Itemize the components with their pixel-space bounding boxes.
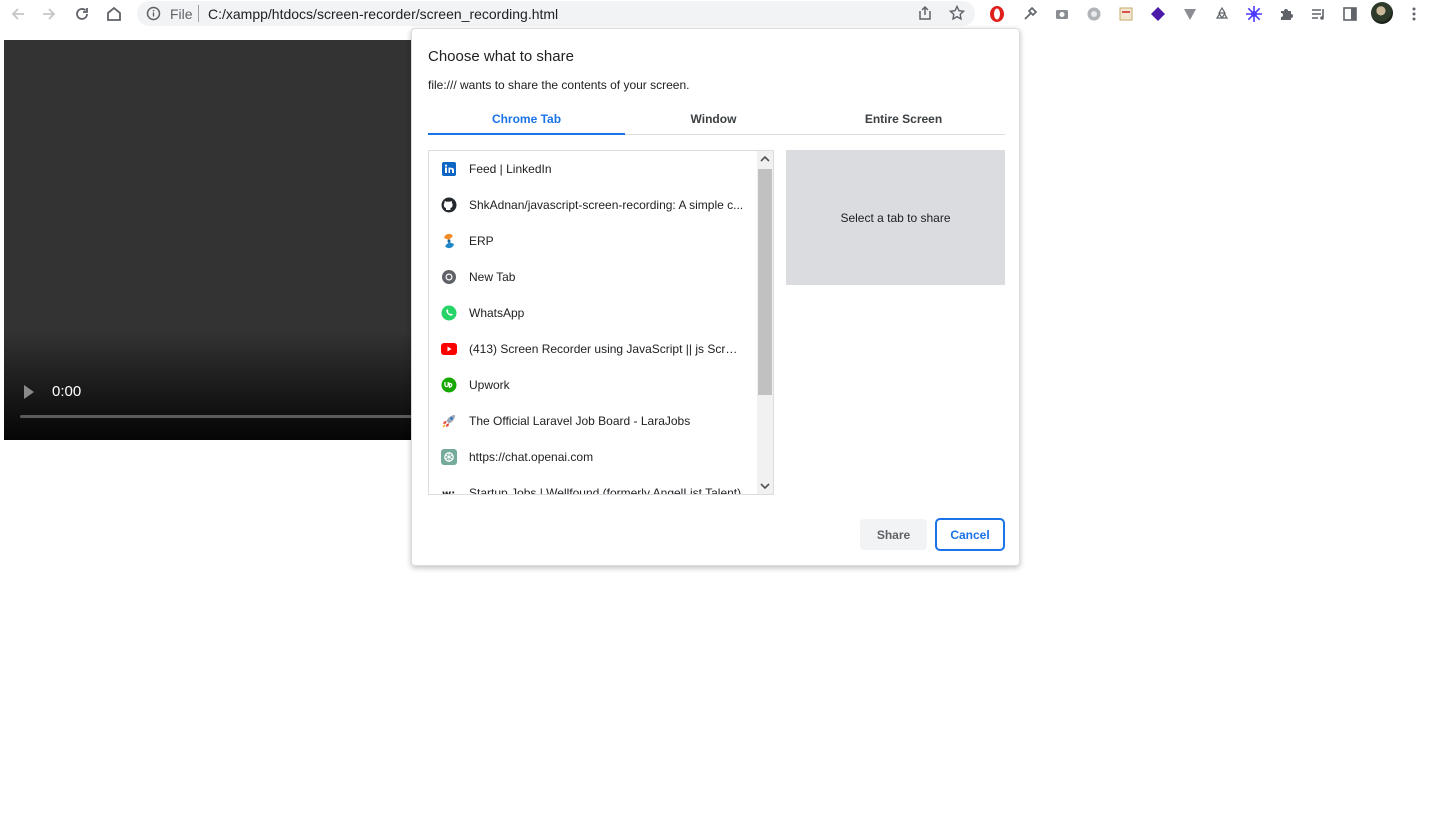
media-control-icon[interactable]: [1308, 4, 1328, 24]
list-item-label: Feed | LinkedIn: [469, 162, 552, 176]
share-page-icon[interactable]: [917, 5, 933, 26]
scroll-up-button[interactable]: [757, 151, 773, 167]
wellfound-icon: w:: [441, 485, 457, 495]
scroll-down-button[interactable]: [757, 478, 773, 494]
tab-window[interactable]: Window: [625, 107, 802, 135]
rocket-icon: [441, 413, 457, 429]
share-source-tabs: Chrome Tab Window Entire Screen: [428, 107, 1005, 135]
home-button[interactable]: [103, 3, 125, 25]
list-item[interactable]: ShkAdnan/javascript-screen-recording: A …: [429, 187, 757, 223]
ext-circle-icon[interactable]: [1084, 4, 1104, 24]
openai-icon: [441, 449, 457, 465]
chevron-down-icon: [760, 483, 770, 490]
tab-list[interactable]: Feed | LinkedIn ShkAdnan/javascript-scre…: [428, 150, 774, 495]
github-icon: [441, 197, 457, 213]
list-item-label: The Official Laravel Job Board - LaraJob…: [469, 414, 691, 428]
back-button[interactable]: [7, 3, 29, 25]
list-item[interactable]: The Official Laravel Job Board - LaraJob…: [429, 403, 757, 439]
tab-list-scrollbar[interactable]: [757, 151, 773, 494]
home-icon: [107, 6, 121, 21]
profile-avatar[interactable]: [1371, 2, 1393, 24]
ext-snowflake-icon[interactable]: [1244, 4, 1264, 24]
video-scrubber[interactable]: [20, 415, 434, 418]
scroll-thumb[interactable]: [758, 169, 772, 395]
forward-button[interactable]: [38, 3, 60, 25]
video-time: 0:00: [52, 383, 82, 400]
list-item-label: https://chat.openai.com: [469, 450, 594, 464]
list-item-label: (413) Screen Recorder using JavaScript |…: [469, 342, 744, 356]
whatsapp-icon: [441, 305, 457, 321]
list-item[interactable]: Feed | LinkedIn: [429, 151, 757, 187]
dialog-title: Choose what to share: [428, 48, 574, 65]
list-item-label: Upwork: [469, 378, 510, 392]
play-icon[interactable]: [24, 385, 34, 399]
list-item-label: ERP: [469, 234, 494, 248]
tab-entire-screen[interactable]: Entire Screen: [802, 107, 1005, 135]
list-item-label: ShkAdnan/javascript-screen-recording: A …: [469, 198, 744, 212]
youtube-icon: [441, 341, 457, 357]
site-info-icon[interactable]: [146, 6, 161, 26]
browser-toolbar: File C:/xampp/htdocs/screen-recorder/scr…: [0, 0, 1436, 28]
omnibox-divider: [198, 5, 199, 22]
list-item[interactable]: https://chat.openai.com: [429, 439, 757, 475]
address-bar[interactable]: File C:/xampp/htdocs/screen-recorder/scr…: [137, 1, 975, 26]
list-item[interactable]: WhatsApp: [429, 295, 757, 331]
list-item[interactable]: w: Startup Jobs | Wellfound (formerly An…: [429, 475, 757, 495]
ext-v-icon[interactable]: [1180, 4, 1200, 24]
list-item-label: WhatsApp: [469, 306, 525, 320]
chrome-icon: [441, 269, 457, 285]
reload-button[interactable]: [71, 3, 93, 25]
video-player[interactable]: 0:00: [4, 40, 434, 440]
ext-square-icon[interactable]: [1116, 4, 1136, 24]
chevron-up-icon: [760, 155, 770, 162]
list-item-label: New Tab: [469, 270, 516, 284]
dialog-subtitle: file:/// wants to share the contents of …: [428, 78, 690, 92]
list-item-label: Startup Jobs | Wellfound (formerly Angel…: [469, 486, 742, 495]
tab-chrome-tab[interactable]: Chrome Tab: [428, 107, 625, 135]
list-item[interactable]: ERP: [429, 223, 757, 259]
scheme-label: File: [170, 6, 193, 22]
erp-icon: [441, 233, 457, 249]
side-panel-icon[interactable]: [1340, 4, 1360, 24]
back-arrow-icon: [11, 8, 24, 20]
share-screen-dialog: Choose what to share file:/// wants to s…: [411, 28, 1020, 566]
linkedin-icon: [441, 161, 457, 177]
forward-arrow-icon: [43, 8, 56, 20]
bookmark-star-icon[interactable]: [948, 4, 966, 26]
ext-diamond-icon[interactable]: [1148, 4, 1168, 24]
list-item[interactable]: New Tab: [429, 259, 757, 295]
share-button[interactable]: Share: [860, 519, 927, 550]
puzzle-icon[interactable]: [1276, 4, 1296, 24]
list-item[interactable]: Upwork: [429, 367, 757, 403]
recycle-icon[interactable]: [1212, 4, 1232, 24]
opera-adblock-icon[interactable]: [987, 4, 1007, 24]
url-text[interactable]: C:/xampp/htdocs/screen-recorder/screen_r…: [208, 6, 558, 22]
reload-icon: [76, 8, 88, 20]
cancel-button[interactable]: Cancel: [935, 518, 1005, 551]
list-item[interactable]: (413) Screen Recorder using JavaScript |…: [429, 331, 757, 367]
upwork-icon: [441, 377, 457, 393]
more-menu-icon[interactable]: [1404, 4, 1424, 24]
eyedropper-icon[interactable]: [1020, 4, 1040, 24]
camera-icon[interactable]: [1052, 4, 1072, 24]
share-preview: Select a tab to share: [786, 150, 1005, 285]
svg-text:w:: w:: [442, 489, 455, 495]
